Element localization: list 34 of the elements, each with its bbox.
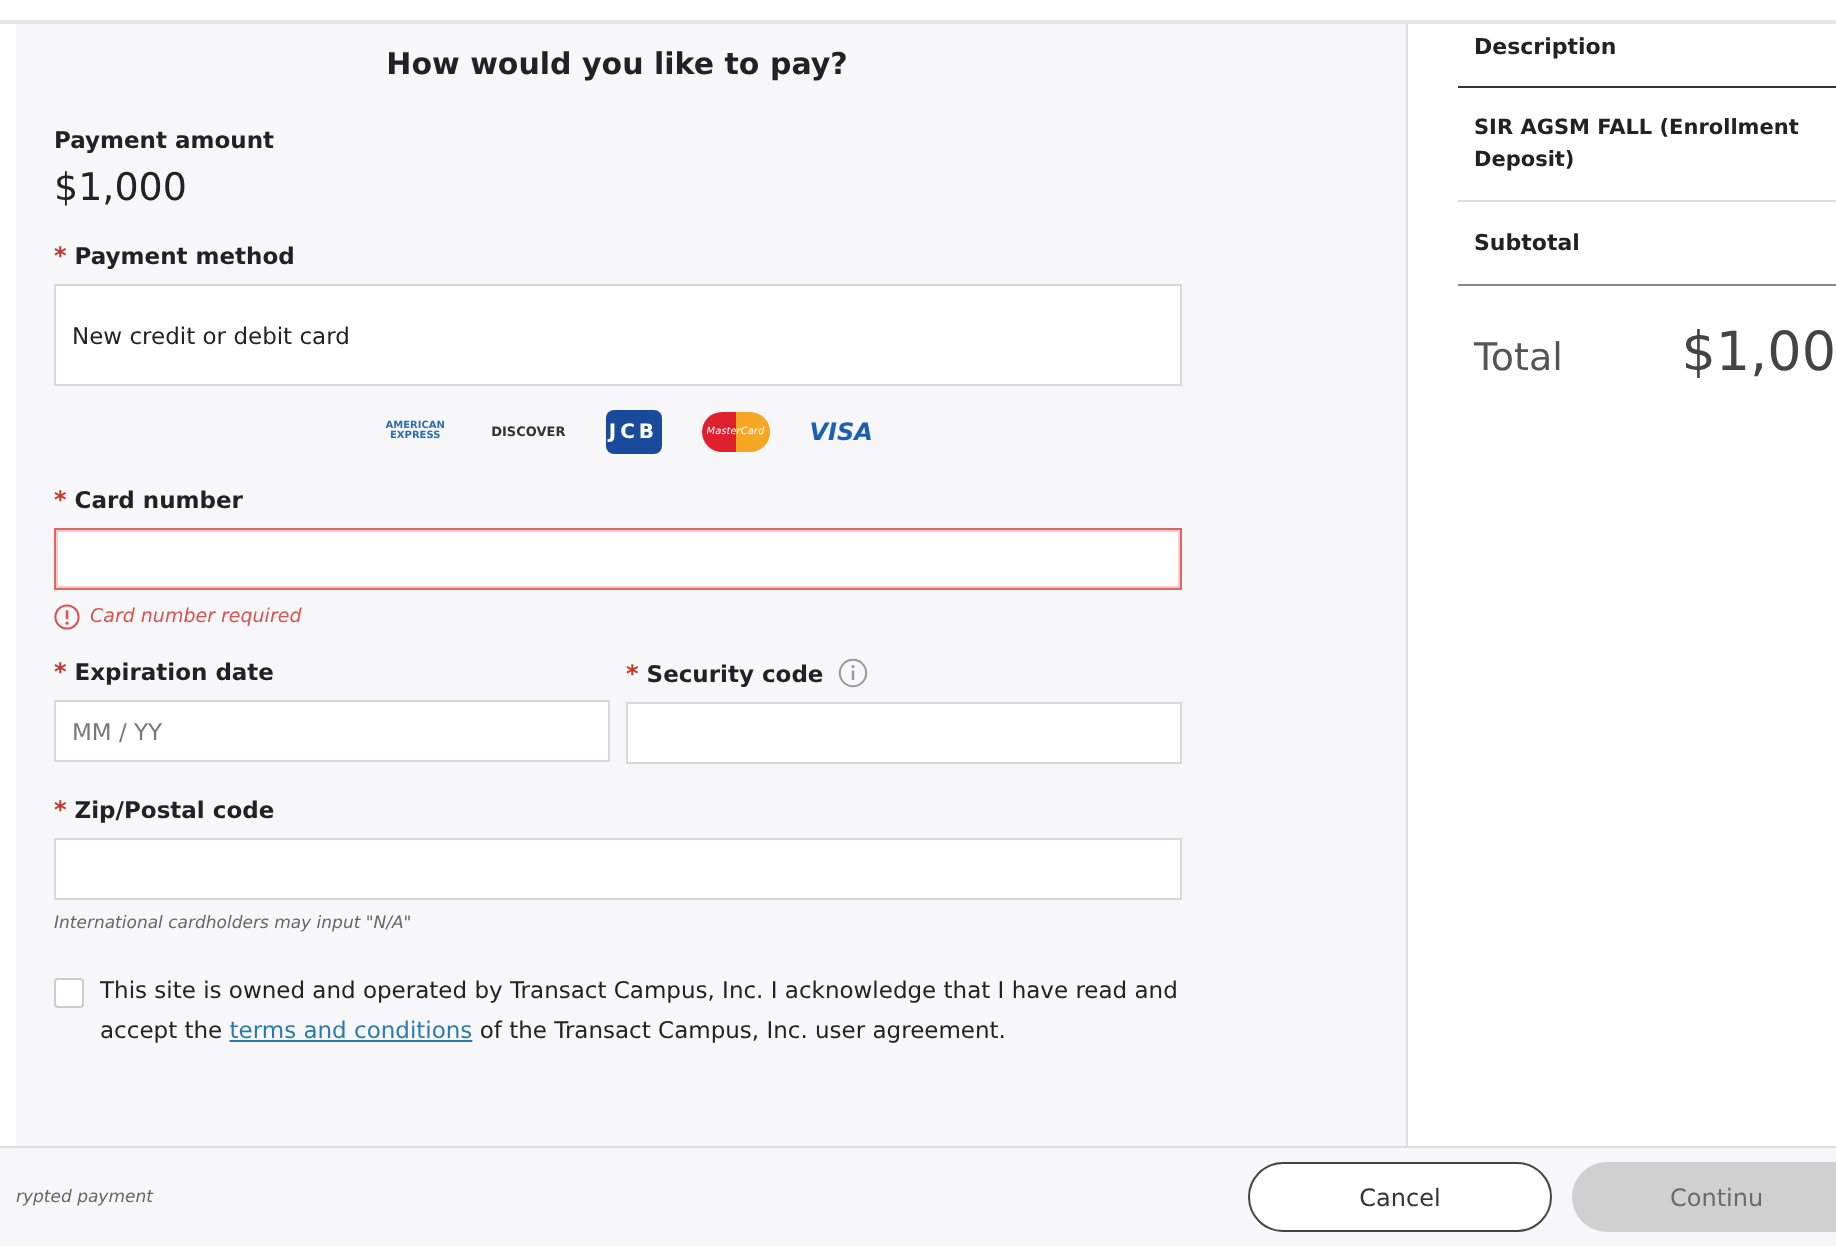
error-message: Card number required [90, 606, 302, 628]
error-icon [54, 604, 80, 630]
footer-note: rypted payment [16, 1187, 153, 1207]
column-header: Description [1474, 34, 1617, 60]
required-mark: * [54, 242, 67, 270]
field-label: Payment amount [54, 126, 277, 154]
field-label: Card number [74, 486, 243, 514]
line-item: SIR AGSM FALL (Enrollment Deposit) [1474, 116, 1799, 172]
subtotal-label: Subtotal [1474, 230, 1580, 256]
card-number-field[interactable] [54, 528, 1182, 590]
agreement-text: This site is owned and operated by Transact Campus, Inc. I acknowledge that I have read and accept the terms and conditions of the Transact Campus, Inc. user agreement. [100, 974, 1180, 1048]
field-label: Expiration date [74, 658, 274, 686]
field-hint: International cardholders may input "N/A" [54, 914, 414, 934]
terms-link[interactable]: terms and conditions [229, 1016, 473, 1044]
card-logo: JCB [605, 410, 662, 454]
agreement-checkbox[interactable] [54, 978, 84, 1008]
required-mark: * [54, 486, 67, 514]
info-icon[interactable] [837, 658, 868, 688]
form-heading: How would you like to pay? [384, 46, 850, 82]
footer-button[interactable]: Cancel [1248, 1162, 1552, 1232]
card-logo: VISA [809, 418, 873, 446]
field-label: Security code [646, 659, 824, 687]
payment-method-select[interactable]: New credit or debit card [54, 284, 1182, 386]
total-label: Total [1474, 336, 1563, 380]
payment-amount: $1,000 [54, 166, 189, 210]
expiration-field[interactable]: MM / YY [54, 700, 610, 762]
required-mark: * [626, 659, 639, 687]
required-mark: * [54, 796, 67, 824]
required-mark: * [54, 658, 67, 686]
zip-code-field[interactable] [54, 838, 1182, 900]
security-code-field[interactable] [626, 702, 1182, 764]
field-label: Zip/Postal code [74, 796, 275, 824]
total-amount: $1,00 [1681, 322, 1836, 384]
field-label: Payment method [74, 242, 295, 270]
